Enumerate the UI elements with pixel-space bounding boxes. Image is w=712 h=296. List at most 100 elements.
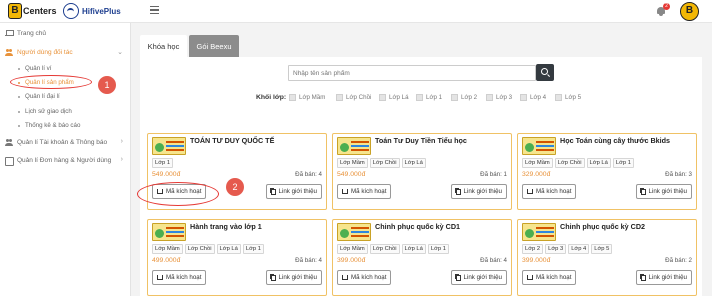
filter-checkbox-lop4[interactable]: Lớp 4 [520, 94, 546, 101]
grade-tag: Lớp 2 [522, 244, 544, 254]
referral-link-button[interactable]: Link giới thiệu [265, 184, 322, 199]
activation-code-button[interactable]: Mã kích hoạt [152, 270, 207, 285]
grade-tag: Lớp 1 [152, 158, 174, 168]
users-icon [5, 138, 13, 146]
checkbox-icon [289, 94, 296, 101]
referral-link-button[interactable]: Link giới thiệu [635, 270, 692, 285]
product-title: Hành trang vào lớp 1 [190, 222, 262, 231]
checkbox-icon [416, 94, 423, 101]
filter-checkbox-la[interactable]: Lớp Lá [379, 94, 409, 101]
grade-tag: Lớp Lá [586, 158, 611, 168]
activation-code-button[interactable]: Mã kích hoạt [522, 270, 577, 285]
grade-tags: Lớp Mầm Lớp Chồi Lớp Lá [337, 158, 428, 168]
tab-beexu-packages[interactable]: Gói Beexu [189, 35, 239, 57]
grade-tags: Lớp 1 [152, 158, 175, 168]
product-price: 399.000đ [337, 257, 366, 264]
activation-code-button[interactable]: Mã kích hoạt [522, 184, 577, 199]
product-thumbnail [337, 223, 371, 241]
filter-checkbox-lop2[interactable]: Lớp 2 [451, 94, 477, 101]
filter-option-label: Lớp 5 [565, 94, 582, 101]
list-icon [5, 156, 14, 166]
product-price: 549.000đ [152, 171, 181, 178]
sidebar-item-label: Trang chủ [17, 29, 47, 37]
product-thumbnail [152, 137, 186, 155]
hifiveplus-logo-icon [63, 3, 79, 19]
referral-link-button[interactable]: Link giới thiệu [450, 270, 507, 285]
grade-tag: Lớp Chồi [369, 244, 400, 254]
chevron-right-icon: › [120, 156, 123, 163]
avatar[interactable]: B [680, 2, 699, 21]
sidebar-subitem-label: Lịch sử giao dịch [25, 108, 72, 115]
cart-icon [527, 275, 533, 280]
menu-toggle-icon[interactable] [150, 6, 159, 14]
product-price: 399.000đ [522, 257, 551, 264]
search-input[interactable] [288, 65, 536, 81]
hifiveplus-logo[interactable]: HifivePlus [63, 3, 121, 19]
grade-filter-label: Khối lớp: [256, 94, 287, 101]
highlight-ring-products [10, 75, 92, 89]
sidebar-subitem-wallet[interactable]: Quản lí ví [18, 63, 51, 74]
filter-checkbox-mam[interactable]: Lớp Mầm [289, 94, 325, 101]
sidebar-subitem-label: Quản lí đại lí [25, 93, 60, 100]
centers-logo[interactable]: B Centers [8, 3, 57, 19]
hifiveplus-logo-text: HifivePlus [82, 6, 121, 16]
referral-link-button[interactable]: Link giới thiệu [265, 270, 322, 285]
product-sold-count: Đã bán: 3 [665, 171, 692, 178]
bullet-icon [18, 95, 20, 98]
button-label: Link giới thiệu [648, 188, 687, 195]
bullet-icon [18, 110, 20, 113]
sidebar-item-accounts-notifications[interactable]: Quản lí Tài khoản & Thông báo › [0, 135, 131, 149]
filter-option-label: Lớp 2 [461, 94, 478, 101]
button-label: Link giới thiệu [463, 274, 502, 281]
sidebar-item-label: Người dùng đối tác [17, 48, 73, 56]
sidebar-item-home[interactable]: Trang chủ [0, 26, 131, 40]
filter-checkbox-lop5[interactable]: Lớp 5 [555, 94, 581, 101]
button-label: Mã kích hoạt [536, 188, 572, 195]
sidebar-subitem-transactions[interactable]: Lịch sử giao dịch [18, 106, 72, 117]
sidebar-item-label: Quản lí Tài khoản & Thông báo [17, 138, 108, 146]
product-thumbnail [152, 223, 186, 241]
users-icon [5, 48, 13, 56]
button-label: Link giới thiệu [648, 274, 687, 281]
grade-tag: Lớp Chồi [184, 244, 215, 254]
grade-tag: Lớp Chồi [554, 158, 585, 168]
checkbox-icon [555, 94, 562, 101]
search-button[interactable] [536, 64, 554, 81]
button-label: Mã kích hoạt [536, 274, 572, 281]
copy-icon [455, 188, 461, 195]
laptop-icon [5, 29, 14, 37]
tab-courses[interactable]: Khóa học [140, 35, 187, 57]
filter-checkbox-choi[interactable]: Lớp Chồi [336, 94, 371, 101]
copy-icon [640, 274, 646, 281]
activation-code-button[interactable]: Mã kích hoạt [337, 184, 392, 199]
activation-code-button[interactable]: Mã kích hoạt [337, 270, 392, 285]
chevron-down-icon: ⌄ [117, 49, 123, 56]
cart-icon [527, 189, 533, 194]
centers-logo-mark: B [8, 3, 22, 19]
product-price: 499.000đ [152, 257, 181, 264]
product-card: Toán Tư Duy Tiền Tiểu học Lớp Mầm Lớp Ch… [332, 133, 512, 210]
grade-tags: Lớp 2 Lớp 3 Lớp 4 Lớp 5 [522, 244, 614, 254]
product-thumbnail [522, 137, 556, 155]
filter-checkbox-lop3[interactable]: Lớp 3 [486, 94, 512, 101]
filter-option-label: Lớp 3 [496, 94, 513, 101]
referral-link-button[interactable]: Link giới thiệu [450, 184, 507, 199]
checkbox-icon [486, 94, 493, 101]
product-sold-count: Đã bán: 4 [480, 257, 507, 264]
chevron-right-icon: › [120, 138, 123, 145]
sidebar-item-orders-users[interactable]: Quản lí Đơn hàng & Người dùng › [0, 153, 131, 167]
filter-checkbox-lop1[interactable]: Lớp 1 [416, 94, 442, 101]
button-label: Link giới thiệu [278, 188, 317, 195]
grade-tag: Lớp Chồi [369, 158, 400, 168]
step-marker-2: 2 [226, 178, 244, 196]
sidebar-subitem-reports[interactable]: Thống kê & báo cáo [18, 120, 80, 131]
filter-option-label: Lớp Mầm [299, 94, 326, 101]
sidebar-subitem-agents[interactable]: Quản lí đại lí [18, 91, 60, 102]
copy-icon [270, 274, 276, 281]
notification-badge: 2 [663, 3, 670, 10]
product-title: TOÁN TƯ DUY QUỐC TẾ [190, 136, 275, 145]
bullet-icon [18, 124, 20, 127]
referral-link-button[interactable]: Link giới thiệu [635, 184, 692, 199]
product-card: Hành trang vào lớp 1 Lớp Mầm Lớp Chồi Lớ… [147, 219, 327, 296]
sidebar-item-partner-users[interactable]: Người dùng đối tác ⌄ [0, 45, 131, 59]
